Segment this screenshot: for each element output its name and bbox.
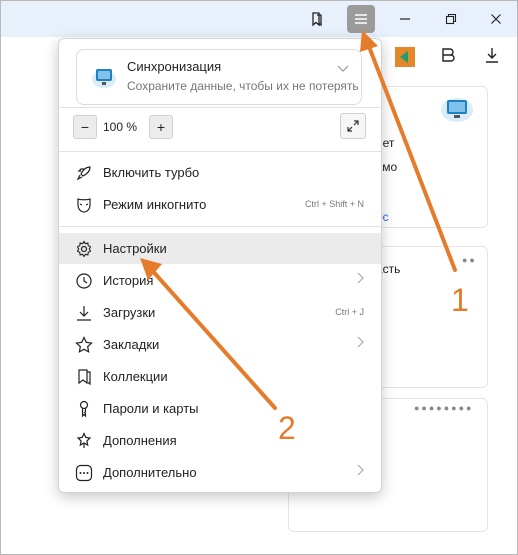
close-icon[interactable]: [482, 5, 510, 33]
menu-item-turbo[interactable]: Включить турбо: [59, 157, 381, 188]
divider: [59, 107, 381, 108]
chevron-right-icon: [357, 336, 365, 351]
menu-item-settings[interactable]: Настройки: [59, 233, 381, 264]
title-bar: [1, 1, 517, 37]
bookmarks-icon[interactable]: [303, 5, 331, 33]
minimize-icon[interactable]: [391, 5, 419, 33]
menu-item-downloads[interactable]: Загрузки Ctrl + J: [59, 297, 381, 328]
menu-item-collections[interactable]: Коллекции: [59, 361, 381, 392]
zoom-out-button[interactable]: −: [73, 115, 97, 139]
menu-item-history[interactable]: История: [59, 265, 381, 296]
star-icon: [74, 335, 94, 355]
key-icon: [74, 399, 94, 419]
restore-icon[interactable]: [437, 5, 465, 33]
puzzle-icon: [74, 431, 94, 451]
fullscreen-icon[interactable]: [340, 113, 366, 139]
sync-computer-icon: [92, 69, 116, 88]
sync-subtitle: Сохраните данные, чтобы их не потерять: [127, 79, 359, 93]
incognito-mask-icon: [74, 195, 94, 215]
divider: [59, 226, 381, 227]
sync-panel[interactable]: Синхронизация Сохраните данные, чтобы их…: [76, 49, 362, 105]
annotation-label-1: 1: [451, 282, 469, 318]
menu-item-label: Пароли и карты: [103, 401, 199, 416]
browser-main-menu: Синхронизация Сохраните данные, чтобы их…: [58, 38, 382, 493]
chevron-right-icon: [357, 464, 365, 479]
menu-item-label: Закладки: [103, 337, 160, 352]
menu-item-label: Дополнения: [103, 433, 177, 448]
annotation-label-2: 2: [278, 410, 296, 446]
menu-item-bookmarks[interactable]: Закладки: [59, 329, 381, 360]
rocket-icon: [74, 163, 94, 183]
menu-item-passwords[interactable]: Пароли и карты: [59, 393, 381, 424]
collections-icon: [74, 367, 94, 387]
chevron-down-icon[interactable]: [337, 62, 349, 76]
menu-item-label: Загрузки: [103, 305, 156, 320]
shortcut-hint: Ctrl + Shift + N: [304, 199, 364, 209]
hamburger-menu-icon[interactable]: [347, 5, 375, 33]
menu-item-extensions[interactable]: Дополнения: [59, 425, 381, 456]
carousel-dots[interactable]: ●●: [462, 255, 477, 265]
menu-item-label: Коллекции: [103, 369, 168, 384]
zoom-level: 100 %: [103, 120, 138, 134]
menu-item-more[interactable]: Дополнительно: [59, 457, 381, 488]
sync-title: Синхронизация: [127, 59, 222, 74]
monitor-icon: [441, 98, 473, 122]
menu-item-incognito[interactable]: Режим инкогнито Ctrl + Shift + N: [59, 189, 381, 220]
chevron-right-icon: [357, 272, 365, 287]
download-icon: [74, 303, 94, 323]
browser-extension-icon[interactable]: [440, 46, 458, 69]
menu-item-label: Режим инкогнито: [103, 197, 207, 212]
gear-icon: [74, 239, 94, 259]
zoom-controls: − 100 % +: [59, 111, 381, 151]
downloads-icon[interactable]: [484, 46, 500, 69]
zoom-in-button[interactable]: +: [149, 115, 173, 139]
menu-item-label: Настройки: [103, 241, 167, 256]
shortcut-hint: Ctrl + J: [335, 307, 364, 317]
menu-item-label: История: [103, 273, 154, 288]
menu-item-label: Дополнительно: [103, 465, 197, 480]
more-dots-icon: [74, 463, 94, 483]
clock-icon: [74, 271, 94, 291]
extension-icon[interactable]: [395, 47, 415, 67]
carousel-dots[interactable]: ●●●●●●●●: [414, 403, 474, 413]
menu-item-label: Включить турбо: [103, 165, 200, 180]
divider: [59, 151, 381, 152]
